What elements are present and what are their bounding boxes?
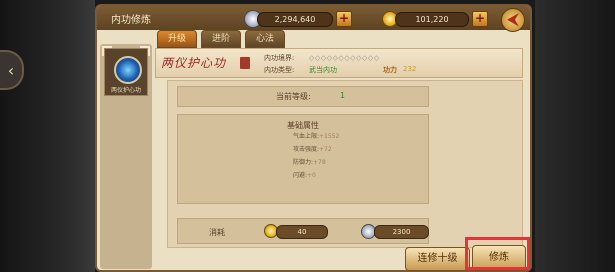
- upgrade-ten-levels-button[interactable]: 连修十级: [405, 247, 470, 271]
- add-coins-button[interactable]: +: [472, 11, 488, 27]
- attribute-value: +72: [319, 146, 332, 153]
- skill-avatar[interactable]: 两仪护心功: [102, 46, 150, 96]
- cost-coin-value: 40: [276, 225, 328, 239]
- coin-count: 101,220: [395, 12, 469, 27]
- cost-box: 消耗 40 2300: [177, 218, 429, 244]
- realm-label: 内功境界:: [264, 54, 295, 62]
- cost-label: 消耗: [209, 228, 225, 237]
- skill-avatar-caption: 两仪护心功: [110, 87, 141, 94]
- panel-title: 内功修炼: [111, 15, 151, 26]
- attributes-box: 基础属性 气血上限:+1552 攻击强度:+72 防御力:+78 闪避:+0: [177, 114, 429, 204]
- type-value: 武当内功: [309, 66, 337, 74]
- attribute-row: 气血上限:+1552: [293, 131, 339, 140]
- cost-gem-value: 2300: [374, 225, 429, 239]
- add-gems-button[interactable]: +: [336, 11, 352, 27]
- attribute-name: 气血上限:: [293, 133, 320, 140]
- skill-name: 两仪护心功: [161, 56, 227, 70]
- attribute-value: +1552: [319, 133, 340, 140]
- attribute-name: 闪避:: [293, 172, 308, 179]
- attribute-row: 闪避:+0: [293, 170, 316, 179]
- level-label: 当前等级:: [276, 92, 311, 101]
- power-label: 功力: [383, 66, 397, 74]
- gem-count: 2,294,640: [257, 12, 333, 27]
- level-box: 当前等级: 1: [177, 86, 429, 107]
- attribute-name: 防御力:: [293, 159, 314, 166]
- back-arrow-icon[interactable]: ⮜: [501, 8, 525, 32]
- power-value: 232: [403, 65, 417, 73]
- skill-panel: 内功修炼 2,294,640 + 101,220 + ⮜ 升级 进阶 心法 两仪…: [95, 4, 532, 272]
- attribute-row: 防御力:+78: [293, 157, 326, 166]
- realm-value: ◇◇◇◇◇◇◇◇◇◇◇◇: [309, 54, 380, 62]
- attribute-name: 攻击强度:: [293, 146, 320, 153]
- tab-upgrade[interactable]: 升级: [157, 30, 197, 48]
- train-highlight: [465, 237, 530, 270]
- attributes-title: 基础属性: [287, 121, 319, 130]
- level-value: 1: [340, 91, 346, 100]
- seal-icon: [240, 57, 250, 69]
- game-screen: ‹ 内功修炼 2,294,640 + 101,220 + ⮜ 升级 进阶 心法 …: [0, 0, 615, 272]
- attribute-value: +0: [307, 172, 316, 179]
- tab-method[interactable]: 心法: [245, 30, 285, 48]
- skill-orb-icon: [114, 56, 142, 84]
- attribute-value: +78: [313, 159, 326, 166]
- background-left: [0, 0, 95, 272]
- tab-advance[interactable]: 进阶: [201, 30, 241, 48]
- background-right: [535, 0, 615, 272]
- type-label: 内功类型:: [264, 66, 295, 74]
- attribute-row: 攻击强度:+72: [293, 144, 332, 153]
